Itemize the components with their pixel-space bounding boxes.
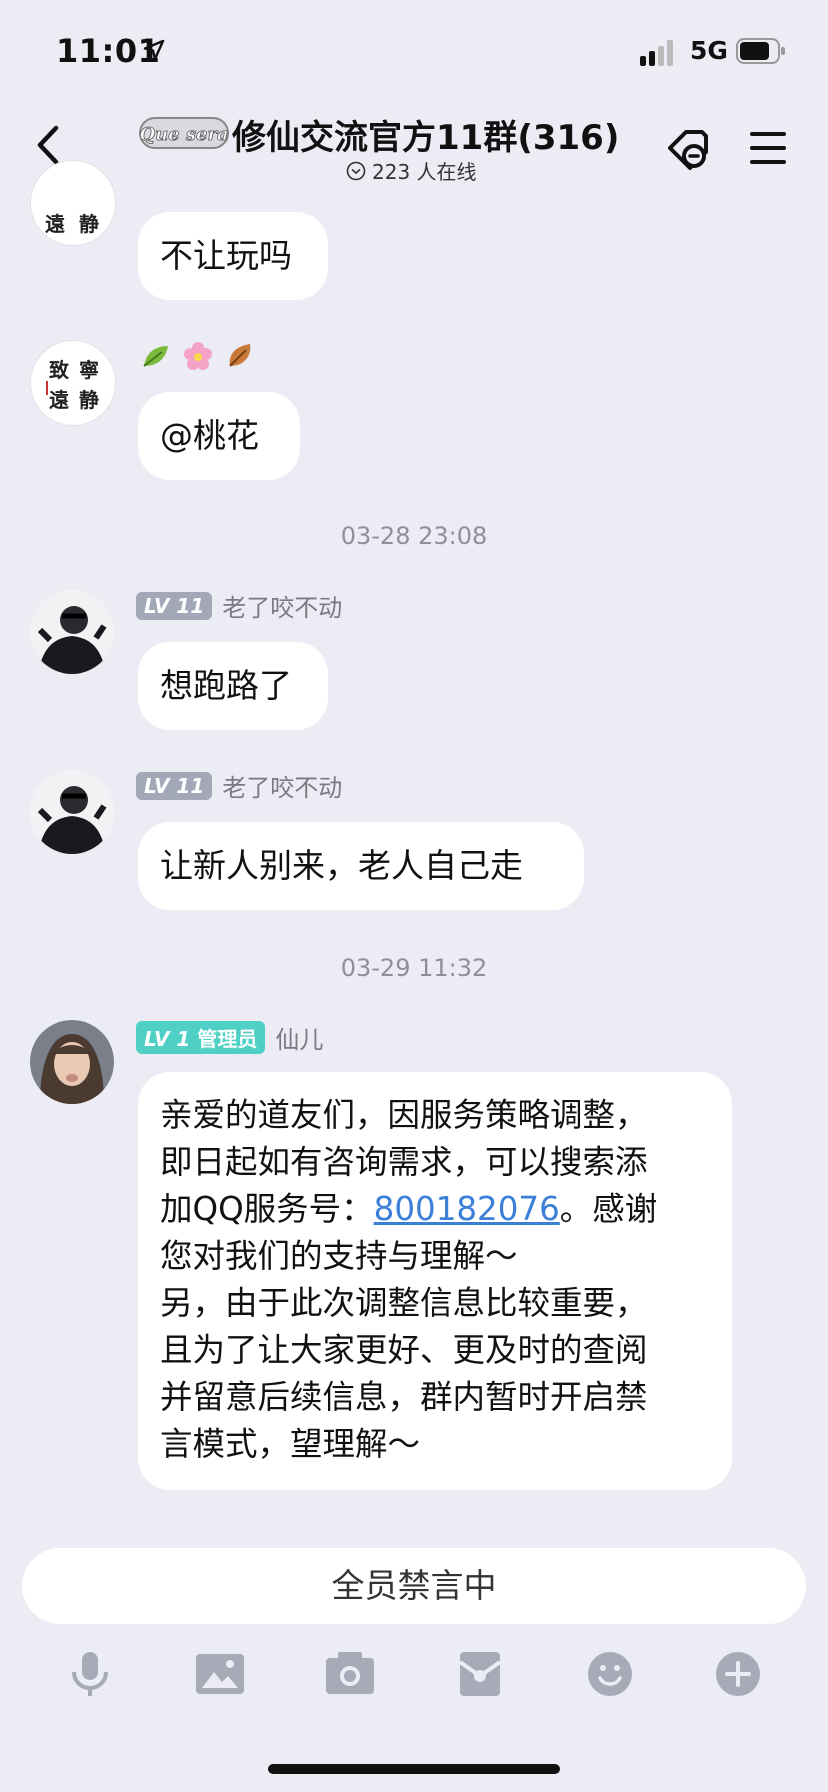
home-indicator[interactable] (268, 1764, 560, 1774)
svg-text:Que sera: Que sera (139, 124, 228, 145)
level-badge: LV 11 (136, 771, 213, 800)
microphone-icon[interactable] (64, 1648, 116, 1700)
sender-name[interactable]: 老了咬不动 (222, 768, 342, 803)
avatar[interactable] (30, 1020, 114, 1104)
message-bubble[interactable]: 不让玩吗 (138, 212, 328, 300)
battery-icon (736, 38, 785, 64)
red-packet-icon[interactable] (454, 1648, 506, 1700)
message-line: 言模式，望理解～ (160, 1425, 421, 1463)
message-line: 另，由于此次调整信息比较重要， (160, 1284, 648, 1322)
message-bubble[interactable]: 让新人别来，老人自己走 (138, 822, 584, 910)
svg-text:遠: 遠 (45, 212, 65, 236)
sender-meta: LV 11 老了咬不动 (136, 588, 342, 623)
announcement-bubble[interactable]: 亲爱的道友们，因服务策略调整， 即日起如有咨询需求，可以搜索添 加QQ服务号：8… (138, 1072, 732, 1490)
message-text: 。感谢 (559, 1190, 658, 1228)
emoji-icon[interactable] (584, 1648, 636, 1700)
sender-name[interactable]: 老了咬不动 (222, 588, 342, 623)
admin-badge: LV 1 管理员 (136, 1021, 266, 1054)
menu-icon[interactable] (746, 126, 790, 170)
message-timestamp: 03-29 11:32 (340, 954, 488, 982)
online-count[interactable]: 223 人在线 (346, 156, 477, 185)
level-label: LV 1 (144, 1027, 191, 1051)
status-bar: 11:01 5G (0, 0, 828, 100)
flower-icon (184, 342, 212, 370)
online-count-label: 223 人在线 (372, 160, 477, 184)
svg-text:寧: 寧 (79, 358, 99, 382)
avatar[interactable]: 遠 静 (30, 160, 116, 246)
group-logo: Que sera (139, 117, 229, 149)
chevron-circle-down-icon (346, 161, 366, 180)
message-bubble[interactable]: 想跑路了 (138, 642, 328, 730)
leaf-icon (143, 346, 168, 367)
message-line: 并留意后续信息，群内暂时开启禁 (160, 1378, 648, 1416)
avatar[interactable] (30, 770, 114, 854)
message-text: 加QQ服务号： (160, 1190, 374, 1228)
svg-text:静: 静 (79, 212, 99, 236)
group-tag-icon[interactable] (660, 122, 716, 178)
role-label: 管理员 (197, 1027, 258, 1051)
svg-text:静: 静 (79, 388, 99, 412)
signal-icon (640, 40, 673, 66)
camera-icon[interactable] (324, 1648, 376, 1700)
reaction-row (140, 340, 256, 372)
message-line: 即日起如有咨询需求，可以搜索添 (160, 1143, 648, 1181)
sender-name[interactable]: 仙儿 (275, 1020, 323, 1055)
message-line: 且为了让大家更好、更及时的查阅 (160, 1331, 648, 1369)
network-type: 5G (690, 36, 728, 65)
message-bubble[interactable]: @桃花 (138, 392, 300, 480)
message-line: 您对我们的支持与理解～ (160, 1237, 518, 1275)
plus-icon[interactable] (712, 1648, 764, 1700)
level-badge: LV 11 (136, 591, 213, 620)
service-number-link[interactable]: 800182076 (374, 1190, 560, 1228)
message-line: 加QQ服务号：800182076。感谢 (160, 1186, 710, 1233)
muted-status-box: 全员禁言中 (22, 1548, 806, 1624)
image-icon[interactable] (194, 1648, 246, 1700)
autumn-leaf-icon (229, 344, 251, 367)
avatar[interactable] (30, 590, 114, 674)
chat-header: Que sera 修仙交流官方11群(316) 223 人在线 (0, 100, 828, 192)
sender-meta: LV 11 老了咬不动 (136, 768, 342, 803)
sender-meta: LV 1 管理员 仙儿 (136, 1020, 323, 1055)
svg-text:致: 致 (49, 358, 70, 382)
message-timestamp: 03-28 23:08 (340, 522, 488, 550)
input-area: 全员禁言中 (0, 1530, 828, 1792)
location-arrow-icon (143, 39, 165, 61)
message-line: 亲爱的道友们，因服务策略调整， (160, 1096, 648, 1134)
svg-text:遠: 遠 (49, 388, 69, 412)
avatar[interactable]: 致 寧 遠 静 (30, 340, 116, 426)
page-title[interactable]: 修仙交流官方11群(316) (232, 110, 619, 159)
